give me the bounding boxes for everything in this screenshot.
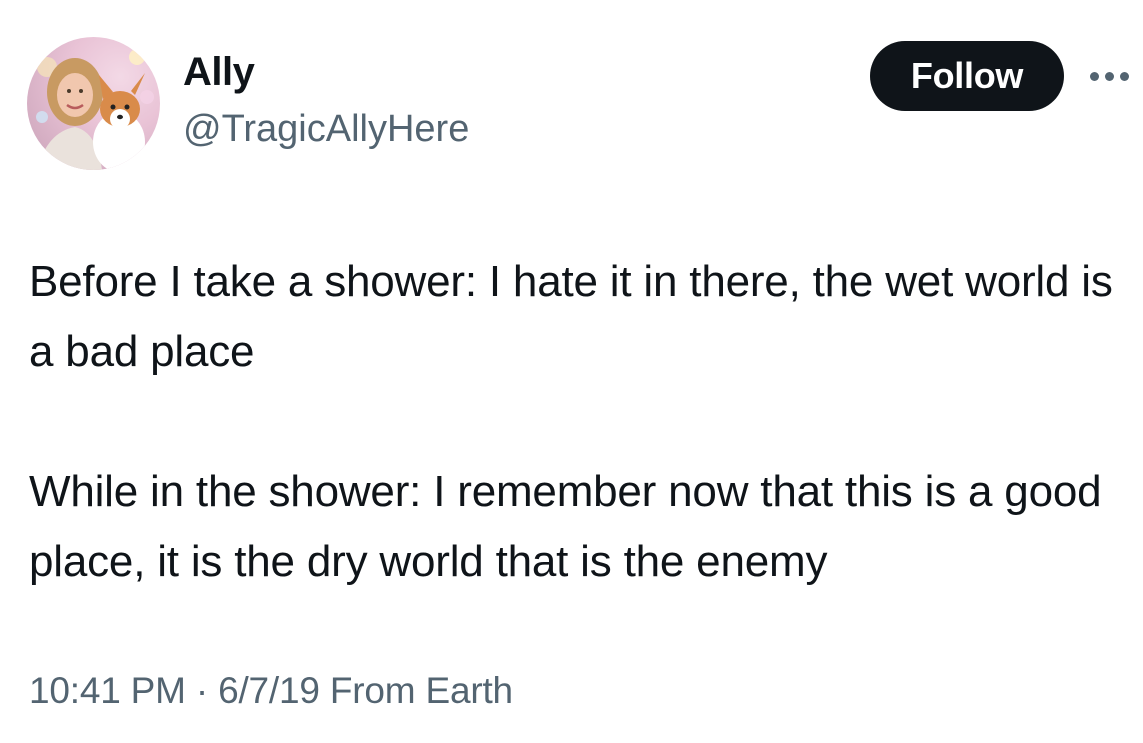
- author-display-name[interactable]: Ally: [183, 52, 255, 92]
- more-dot: [1120, 71, 1129, 81]
- tweet-paragraph: While in the shower: I remember now that…: [29, 467, 1102, 586]
- tweet-time[interactable]: 10:41 PM: [29, 670, 186, 711]
- avatar-image: [36, 49, 154, 170]
- meta-separator: ·: [195, 670, 208, 711]
- tweet-source: From Earth: [329, 670, 513, 711]
- avatar[interactable]: [27, 37, 160, 170]
- more-dot: [1090, 71, 1099, 81]
- follow-button[interactable]: Follow: [870, 41, 1064, 111]
- more-horizontal-icon[interactable]: [1090, 68, 1140, 84]
- tweet-text: Before I take a shower: I hate it in the…: [29, 247, 1139, 597]
- tweet-metadata: 10:41 PM · 6/7/19 From Earth: [29, 672, 513, 709]
- tweet-paragraph: Before I take a shower: I hate it in the…: [29, 257, 1113, 376]
- more-dot: [1105, 71, 1114, 81]
- tweet-date[interactable]: 6/7/19: [218, 670, 320, 711]
- author-handle[interactable]: @TragicAllyHere: [183, 110, 469, 148]
